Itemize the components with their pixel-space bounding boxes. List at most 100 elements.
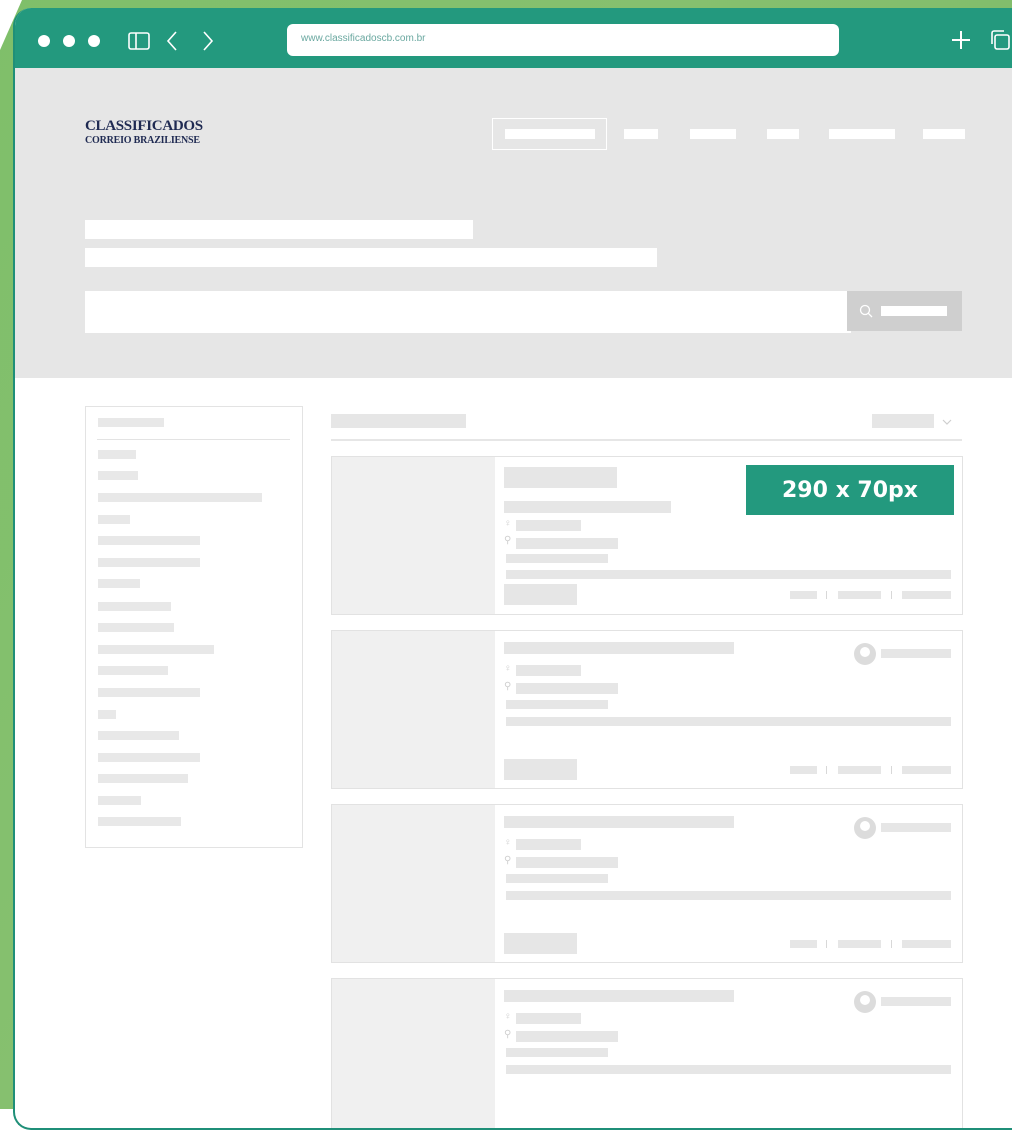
sort-dropdown[interactable] (872, 414, 934, 428)
filter-sidebar (85, 406, 303, 848)
listing-thumbnail[interactable] (332, 457, 495, 614)
filter-item[interactable] (98, 515, 130, 524)
listing-meta (790, 940, 817, 948)
browser-titlebar: www.classificadoscb.com.br (15, 8, 1012, 68)
filter-item[interactable] (98, 536, 200, 545)
seller-name[interactable] (881, 997, 951, 1006)
filter-item[interactable] (98, 666, 168, 675)
meta-separator (826, 591, 827, 599)
filter-item[interactable] (98, 623, 174, 632)
listing-contact (516, 520, 581, 531)
location-pin-icon: ⚲ (504, 855, 512, 866)
nav-item[interactable] (690, 129, 736, 139)
filter-item[interactable] (98, 471, 138, 480)
filter-item[interactable] (98, 753, 200, 762)
chevron-left-icon[interactable] (165, 30, 179, 52)
listing-card[interactable]: ♀ ⚲ (331, 804, 963, 963)
listing-title[interactable] (504, 990, 734, 1002)
person-icon: ♀ (504, 1011, 512, 1022)
listing-meta (838, 591, 881, 599)
filter-item[interactable] (98, 493, 262, 502)
listing-meta (902, 591, 951, 599)
listing-meta (902, 940, 951, 948)
location-pin-icon: ⚲ (504, 1029, 512, 1040)
browser-window: www.classificadoscb.com.br CLASSIFICADOS… (13, 8, 1012, 1130)
tabs-icon[interactable] (989, 29, 1012, 51)
plus-icon[interactable] (950, 29, 972, 51)
listing-price (504, 759, 577, 780)
listing-location (516, 1031, 618, 1042)
results-title (331, 414, 466, 428)
listing-contact (516, 1013, 581, 1024)
person-icon: ♀ (504, 837, 512, 848)
maximize-window-dot[interactable] (88, 35, 100, 47)
meta-separator (891, 940, 892, 948)
filter-item[interactable] (98, 645, 214, 654)
ad-banner[interactable]: 290 x 70px (746, 465, 954, 515)
person-icon: ♀ (504, 518, 512, 529)
search-input[interactable] (85, 291, 851, 333)
seller-name[interactable] (881, 823, 951, 832)
location-pin-icon: ⚲ (504, 535, 512, 546)
filter-item[interactable] (98, 817, 181, 826)
listing-location (516, 683, 618, 694)
listing-thumbnail[interactable] (332, 979, 495, 1128)
listing-location (516, 857, 618, 868)
location-pin-icon: ⚲ (504, 681, 512, 692)
nav-item[interactable] (624, 129, 658, 139)
listing-subtitle (504, 501, 671, 513)
search-icon (859, 304, 873, 318)
hero-subheadline (85, 248, 657, 267)
listing-title[interactable] (504, 642, 734, 654)
meta-separator (826, 766, 827, 774)
site-logo-title[interactable]: CLASSIFICADOS (85, 118, 203, 135)
search-button[interactable] (847, 291, 962, 331)
listing-card[interactable]: ♀ ⚲ 290 x 70px (331, 456, 963, 615)
divider (97, 439, 290, 440)
minimize-window-dot[interactable] (63, 35, 75, 47)
nav-item-active[interactable] (492, 118, 607, 150)
filter-item[interactable] (98, 558, 200, 567)
listing-detail (506, 1048, 608, 1057)
meta-separator (891, 766, 892, 774)
address-bar[interactable]: www.classificadoscb.com.br (287, 24, 839, 56)
listing-price (504, 933, 577, 954)
meta-separator (891, 591, 892, 599)
chevron-right-icon[interactable] (201, 30, 215, 52)
search-button-label (881, 306, 947, 316)
seller-avatar[interactable] (854, 991, 876, 1013)
filter-item[interactable] (98, 796, 141, 805)
nav-item[interactable] (829, 129, 895, 139)
listing-detail (506, 700, 608, 709)
listing-location (516, 538, 618, 549)
filter-item[interactable] (98, 579, 140, 588)
sidebar-toggle-icon[interactable] (128, 31, 150, 51)
filter-item[interactable] (98, 710, 116, 719)
filter-item[interactable] (98, 450, 136, 459)
listing-contact (516, 839, 581, 850)
filter-item[interactable] (98, 688, 200, 697)
seller-avatar[interactable] (854, 817, 876, 839)
listing-contact (516, 665, 581, 676)
listing-price (504, 584, 577, 605)
listing-detail (506, 874, 608, 883)
listing-description (506, 891, 951, 900)
chevron-down-icon[interactable] (942, 418, 952, 426)
filter-item[interactable] (98, 731, 179, 740)
filter-heading (98, 418, 164, 427)
filter-item[interactable] (98, 602, 171, 611)
listing-title[interactable] (504, 816, 734, 828)
listing-thumbnail[interactable] (332, 805, 495, 962)
nav-item[interactable] (767, 129, 799, 139)
listing-title[interactable] (504, 467, 617, 488)
listing-card[interactable]: ♀ ⚲ (331, 630, 963, 789)
seller-name[interactable] (881, 649, 951, 658)
filter-item[interactable] (98, 774, 188, 783)
site-logo-subtitle[interactable]: CORREIO BRAZILIENSE (85, 135, 200, 146)
close-window-dot[interactable] (38, 35, 50, 47)
nav-item[interactable] (923, 129, 965, 139)
meta-separator (826, 940, 827, 948)
listing-thumbnail[interactable] (332, 631, 495, 788)
listing-card[interactable]: ♀ ⚲ (331, 978, 963, 1128)
seller-avatar[interactable] (854, 643, 876, 665)
